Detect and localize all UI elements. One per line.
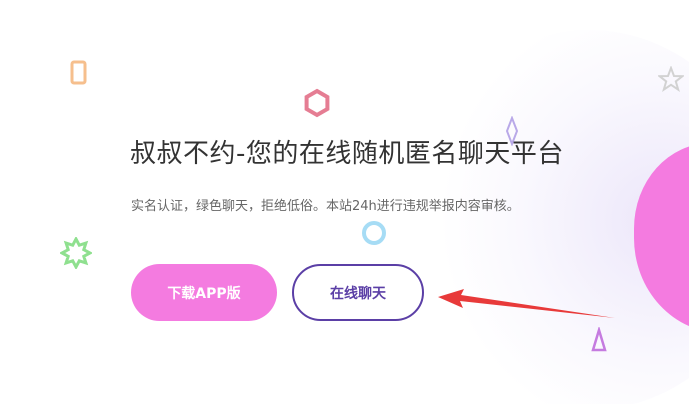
page-title: 叔叔不约-您的在线随机匿名聊天平台 bbox=[130, 139, 564, 169]
landing-page: 叔叔不约-您的在线随机匿名聊天平台 实名认证，绿色聊天，拒绝低俗。本站24h进行… bbox=[0, 0, 689, 404]
hexagon-icon bbox=[304, 88, 330, 118]
arrow-icon bbox=[438, 289, 615, 318]
phone-icon bbox=[70, 60, 87, 85]
star-icon bbox=[658, 66, 684, 92]
download-app-button[interactable]: 下载APP版 bbox=[131, 264, 277, 321]
online-chat-button[interactable]: 在线聊天 bbox=[292, 264, 424, 321]
page-subtitle: 实名认证，绿色聊天，拒绝低俗。本站24h进行违规举报内容审核。 bbox=[131, 199, 520, 214]
ring-icon bbox=[362, 221, 386, 245]
triangle-icon bbox=[591, 327, 607, 352]
starburst-icon bbox=[60, 237, 92, 269]
